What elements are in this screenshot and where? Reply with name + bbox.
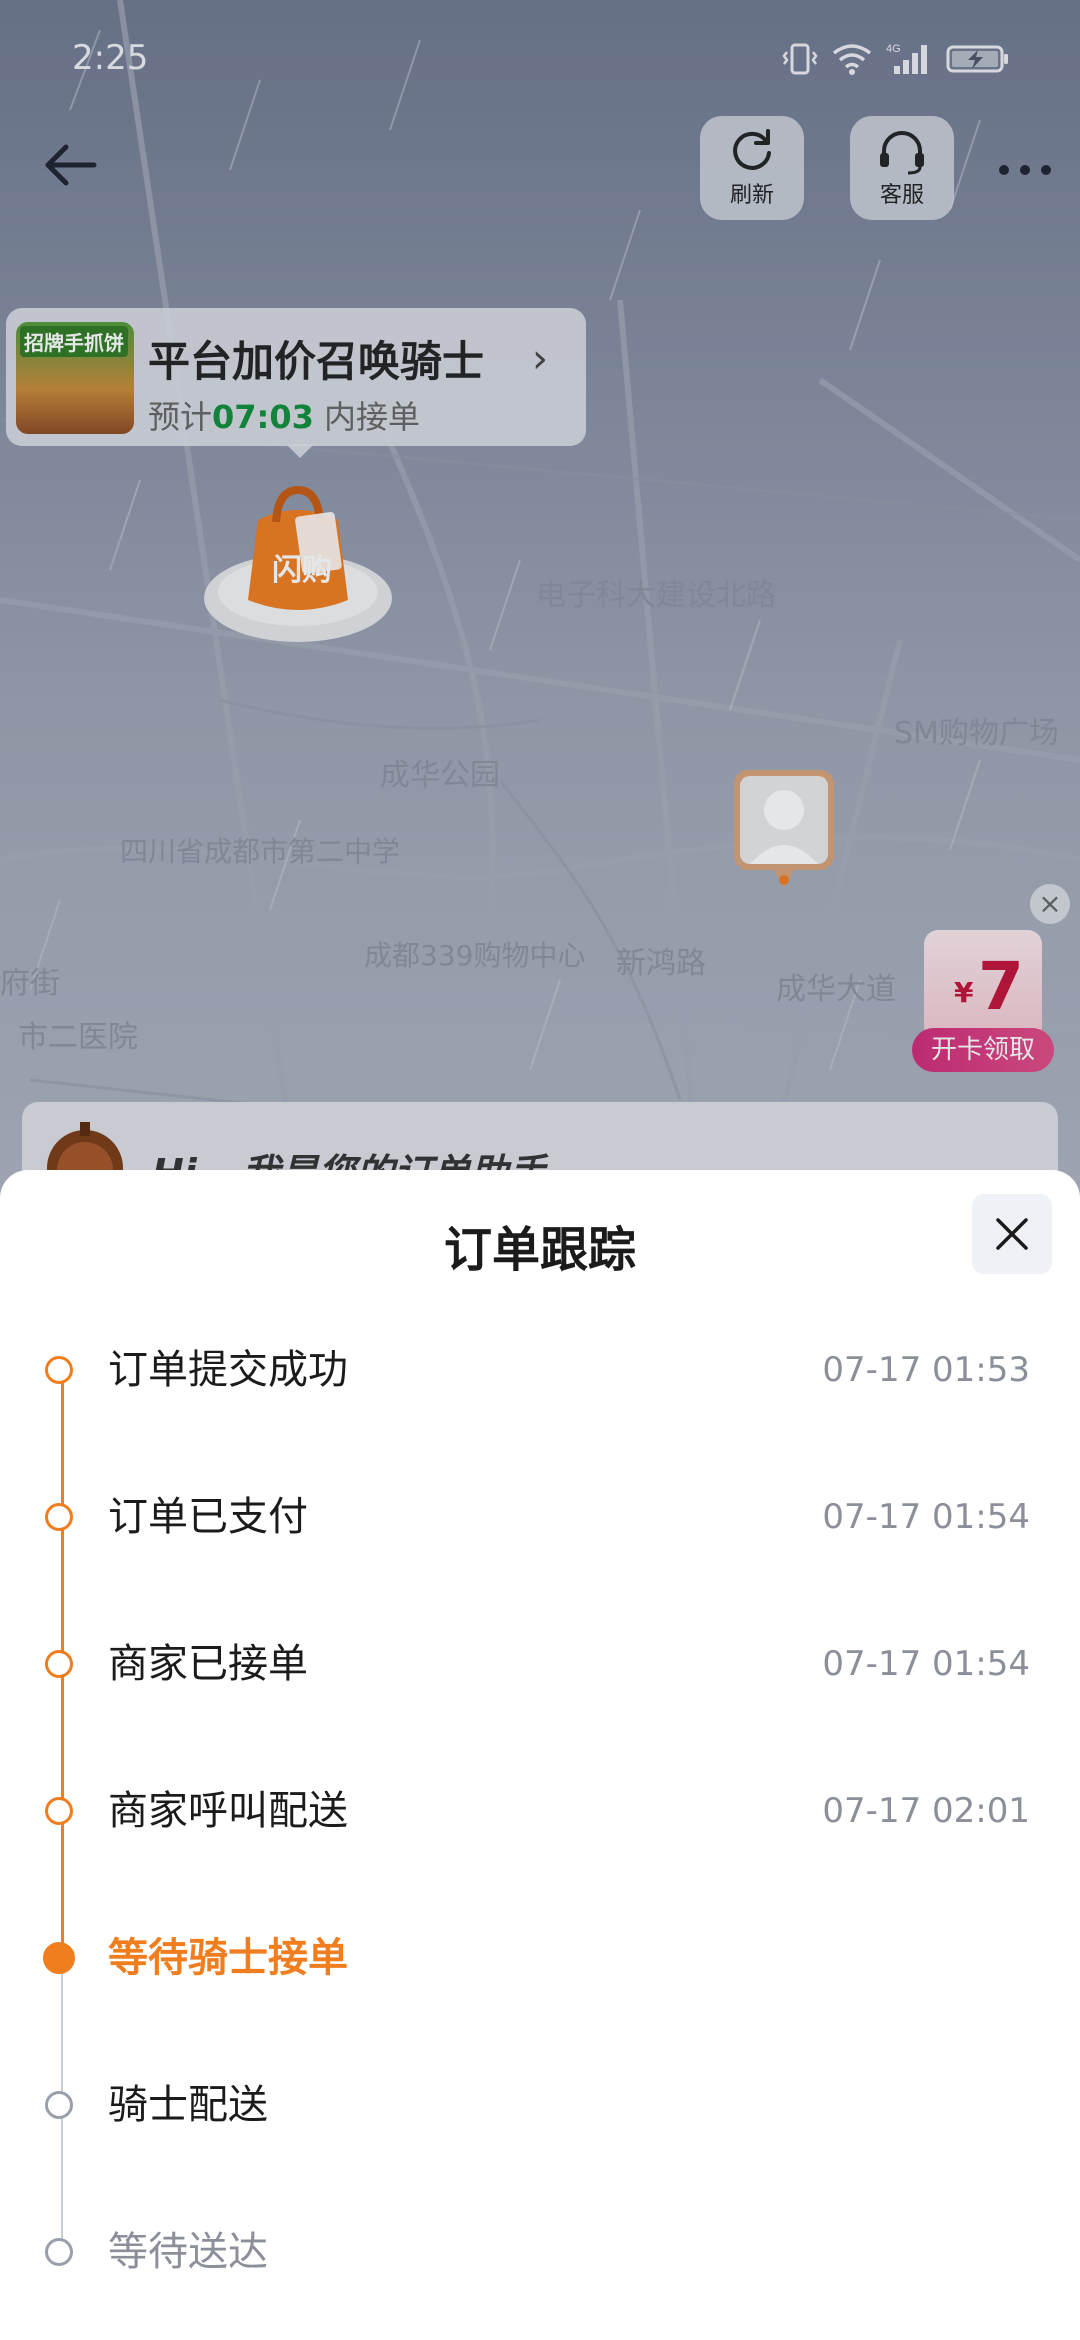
- map-scrim: [0, 0, 1080, 1200]
- timeline-step-dot: [45, 2091, 73, 2119]
- timeline-step-dot: [45, 2238, 73, 2266]
- timeline-step-label: 订单提交成功: [108, 1347, 348, 1393]
- timeline-step-time: 07-17 02:01: [822, 1791, 1030, 1831]
- timeline-step-dot: [43, 1942, 75, 1974]
- timeline-connector: [61, 1811, 64, 1958]
- timeline-step-dot: [45, 1356, 73, 1384]
- order-tracking-sheet: 订单跟踪 订单提交成功 07-17 01:53 订单已支付 07-17 01:54 商家…: [0, 1170, 1080, 2340]
- timeline-step-label: 商家呼叫配送: [108, 1788, 348, 1834]
- timeline-step-dot: [45, 1650, 73, 1678]
- timeline-connector: [61, 1958, 63, 2105]
- timeline-step-time: 07-17 01:54: [822, 1644, 1030, 1684]
- timeline-connector: [61, 1517, 64, 1664]
- timeline-step-label: 订单已支付: [108, 1494, 308, 1540]
- timeline-step-label: 骑士配送: [108, 2082, 268, 2128]
- timeline-connector: [61, 1664, 64, 1811]
- timeline-step-label: 等待送达: [108, 2229, 268, 2275]
- timeline-connector: [61, 2105, 63, 2252]
- timeline-step-time: 07-17 01:53: [822, 1350, 1030, 1390]
- timeline-connector: [61, 1370, 64, 1517]
- timeline-step-time: 07-17 01:54: [822, 1497, 1030, 1537]
- order-timeline: 订单提交成功 07-17 01:53 订单已支付 07-17 01:54 商家已接单 07…: [0, 1170, 1080, 2340]
- timeline-step-dot: [45, 1503, 73, 1531]
- timeline-step-label: 等待骑士接单: [108, 1935, 348, 1981]
- map-view[interactable]: 电子科大建设北路 成华公园 四川省成都市第二中学 成都339购物中心 新鸿路 成…: [0, 0, 1080, 1200]
- timeline-step-label: 商家已接单: [108, 1641, 308, 1687]
- timeline-step-dot: [45, 1797, 73, 1825]
